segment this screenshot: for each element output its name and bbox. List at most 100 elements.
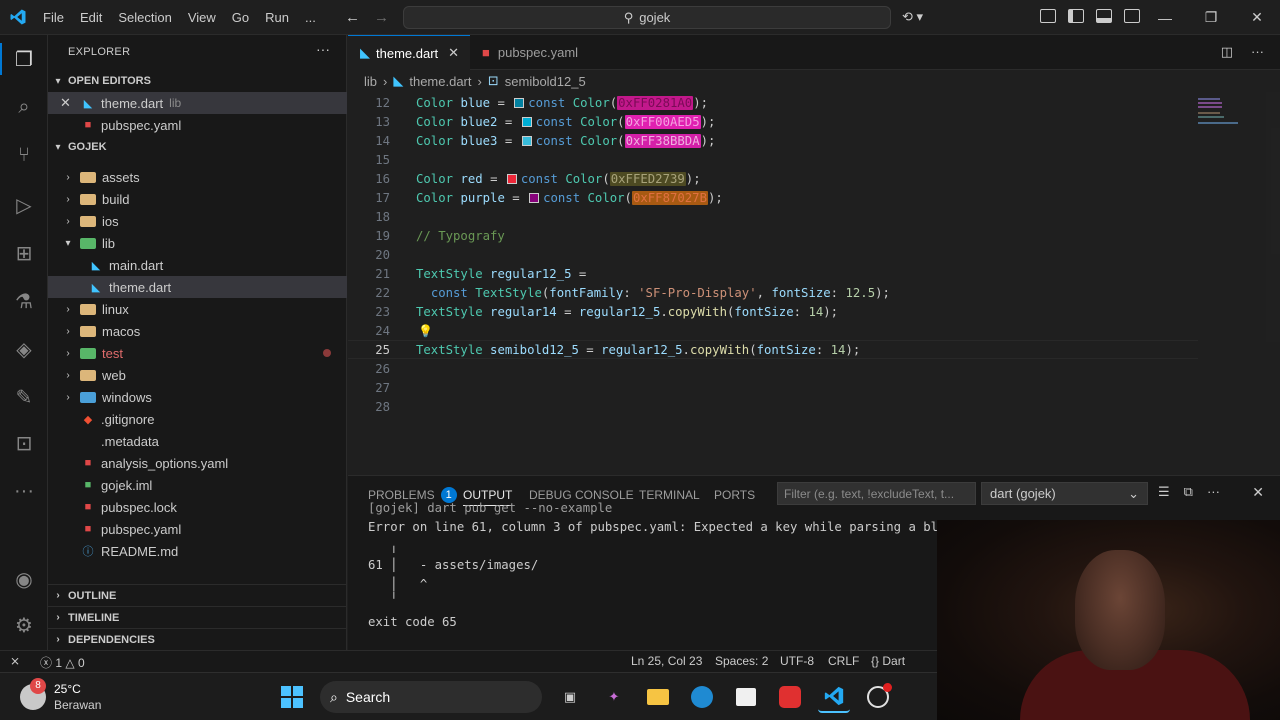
menu-go[interactable]: Go: [224, 10, 257, 25]
back-arrow-icon[interactable]: ←: [345, 9, 360, 26]
open-editor-item[interactable]: ✕ ◣ theme.dart lib: [48, 92, 347, 114]
clear-output-icon[interactable]: ☰: [1158, 484, 1170, 500]
language-mode[interactable]: {} Dart: [871, 654, 905, 668]
tree-file-pubspec-yaml[interactable]: ■ pubspec.yaml: [48, 518, 347, 540]
close-panel-icon[interactable]: ✕: [1252, 484, 1264, 501]
toggle-secondary-sidebar-icon[interactable]: [1124, 9, 1140, 23]
close-icon[interactable]: ✕: [448, 45, 459, 61]
close-window-icon[interactable]: ✕: [1234, 0, 1280, 35]
tree-folder-macos[interactable]: › macos: [48, 320, 347, 342]
flutter-icon[interactable]: ◈: [12, 337, 36, 361]
settings-gear-icon[interactable]: ⚙: [12, 613, 36, 637]
encoding[interactable]: UTF-8: [780, 654, 814, 668]
menu-run[interactable]: Run: [257, 10, 297, 25]
remote-explorer-icon[interactable]: ⊡: [12, 431, 36, 455]
output-channel-select[interactable]: dart (gojek) ⌄: [981, 482, 1148, 505]
vscode-taskbar-icon[interactable]: [818, 681, 850, 713]
toggle-primary-sidebar-icon[interactable]: [1068, 9, 1084, 23]
tree-file-main-dart[interactable]: ◣ main.dart: [48, 254, 347, 276]
explorer-icon[interactable]: ❐: [12, 47, 36, 71]
color-swatch-icon[interactable]: [521, 135, 532, 146]
menu-edit[interactable]: Edit: [72, 10, 110, 25]
timeline-header[interactable]: › TIMELINE: [48, 606, 347, 628]
open-in-editor-icon[interactable]: ⧉: [1184, 484, 1193, 500]
minimize-icon[interactable]: —: [1142, 0, 1188, 35]
project-header[interactable]: ▾ GOJEK: [48, 136, 347, 158]
run-debug-icon[interactable]: ▷: [12, 193, 36, 217]
forward-arrow-icon[interactable]: →: [374, 9, 389, 26]
tab-pubspec-yaml[interactable]: ■ pubspec.yaml: [470, 35, 592, 70]
breadcrumb-item[interactable]: lib: [364, 74, 377, 89]
file-explorer-icon[interactable]: [642, 681, 674, 713]
source-control-icon[interactable]: ⑂: [12, 143, 36, 167]
menu-more[interactable]: ...: [297, 10, 324, 25]
tree-folder-lib[interactable]: ▾ lib: [48, 232, 347, 254]
tree-folder-linux[interactable]: › linux: [48, 298, 347, 320]
tree-file-gitignore[interactable]: ◆ .gitignore: [48, 408, 347, 430]
weather-widget[interactable]: 8 25°C Berawan: [20, 678, 101, 713]
indentation[interactable]: Spaces: 2: [715, 654, 768, 668]
testing-icon[interactable]: ⚗: [12, 289, 36, 313]
panel-tab-ports[interactable]: PORTS: [714, 484, 755, 506]
customize-layout-icon[interactable]: [1040, 9, 1056, 23]
tree-file-theme-dart[interactable]: ◣ theme.dart: [48, 276, 347, 298]
output-filter-input[interactable]: Filter (e.g. text, !excludeText, t...: [777, 482, 976, 505]
breadcrumb-item[interactable]: theme.dart: [409, 74, 471, 89]
breadcrumb-item[interactable]: semibold12_5: [505, 74, 586, 89]
tree-folder-assets[interactable]: › assets: [48, 166, 347, 188]
tree-file-gojek-iml[interactable]: ■ gojek.iml: [48, 474, 347, 496]
outline-header[interactable]: › OUTLINE: [48, 584, 347, 606]
tree-folder-ios[interactable]: › ios: [48, 210, 347, 232]
open-editors-header[interactable]: ▾ OPEN EDITORS: [48, 70, 347, 92]
task-view-icon[interactable]: ▣: [554, 681, 586, 713]
tree-file-analysis-options[interactable]: ■ analysis_options.yaml: [48, 452, 347, 474]
tree-folder-windows[interactable]: › windows: [48, 386, 347, 408]
windows-start-icon[interactable]: [276, 681, 308, 713]
color-swatch-icon[interactable]: [529, 192, 540, 203]
search-icon[interactable]: ⌕: [12, 95, 36, 119]
line-ending[interactable]: CRLF: [828, 654, 859, 668]
toggle-panel-icon[interactable]: [1096, 9, 1112, 23]
tab-theme-dart[interactable]: ◣ theme.dart ✕: [348, 35, 470, 70]
editor-scrollbar[interactable]: [1266, 92, 1280, 342]
dependencies-header[interactable]: › DEPENDENCIES: [48, 628, 347, 650]
tree-file-metadata[interactable]: .metadata: [48, 430, 347, 452]
edit-icon[interactable]: ✎: [12, 385, 36, 409]
code-editor[interactable]: 12 Color blue = const Color(0xFF0281A0); …: [348, 92, 1280, 475]
more-actions-icon[interactable]: ···: [1251, 44, 1264, 60]
color-swatch-icon[interactable]: [521, 116, 532, 127]
edge-browser-icon[interactable]: [686, 681, 718, 713]
wps-office-icon[interactable]: [774, 681, 806, 713]
account-icon[interactable]: ◉: [12, 567, 36, 591]
menu-file[interactable]: File: [35, 10, 72, 25]
color-swatch-icon[interactable]: [514, 97, 525, 108]
more-icon[interactable]: ···: [12, 479, 36, 503]
restore-icon[interactable]: ❐: [1188, 0, 1234, 35]
obs-recorder-icon[interactable]: [862, 681, 894, 713]
menu-view[interactable]: View: [180, 10, 224, 25]
close-icon[interactable]: ✕: [60, 95, 74, 111]
copilot-icon[interactable]: ✦: [598, 681, 630, 713]
store-icon[interactable]: [730, 681, 762, 713]
copilot-icon[interactable]: ⟲ ▾: [902, 9, 923, 25]
explorer-more-icon[interactable]: ···: [316, 41, 330, 57]
menu-selection[interactable]: Selection: [110, 10, 179, 25]
tree-folder-build[interactable]: › build: [48, 188, 347, 210]
minimap[interactable]: [1196, 96, 1246, 126]
command-center-search[interactable]: ⚲ gojek: [403, 6, 891, 29]
problems-status[interactable]: ⓧ 1 △ 0: [40, 654, 85, 671]
remote-indicator-icon[interactable]: ⨯: [10, 654, 20, 668]
tree-file-pubspec-lock[interactable]: ■ pubspec.lock: [48, 496, 347, 518]
split-editor-icon[interactable]: ◫: [1221, 44, 1233, 60]
tree-folder-test[interactable]: › test: [48, 342, 347, 364]
more-actions-icon[interactable]: ···: [1207, 484, 1220, 500]
lightbulb-icon[interactable]: 💡: [418, 324, 433, 338]
cursor-position[interactable]: Ln 25, Col 23: [631, 654, 702, 668]
color-swatch-icon[interactable]: [506, 173, 517, 184]
extensions-icon[interactable]: ⊞: [12, 241, 36, 265]
tree-folder-web[interactable]: › web: [48, 364, 347, 386]
open-editor-item[interactable]: ■ pubspec.yaml: [48, 114, 347, 136]
tree-file-readme[interactable]: ⓘ README.md: [48, 540, 347, 562]
panel-tab-terminal[interactable]: TERMINAL: [639, 484, 700, 506]
taskbar-search[interactable]: ⌕ Search: [320, 681, 542, 713]
